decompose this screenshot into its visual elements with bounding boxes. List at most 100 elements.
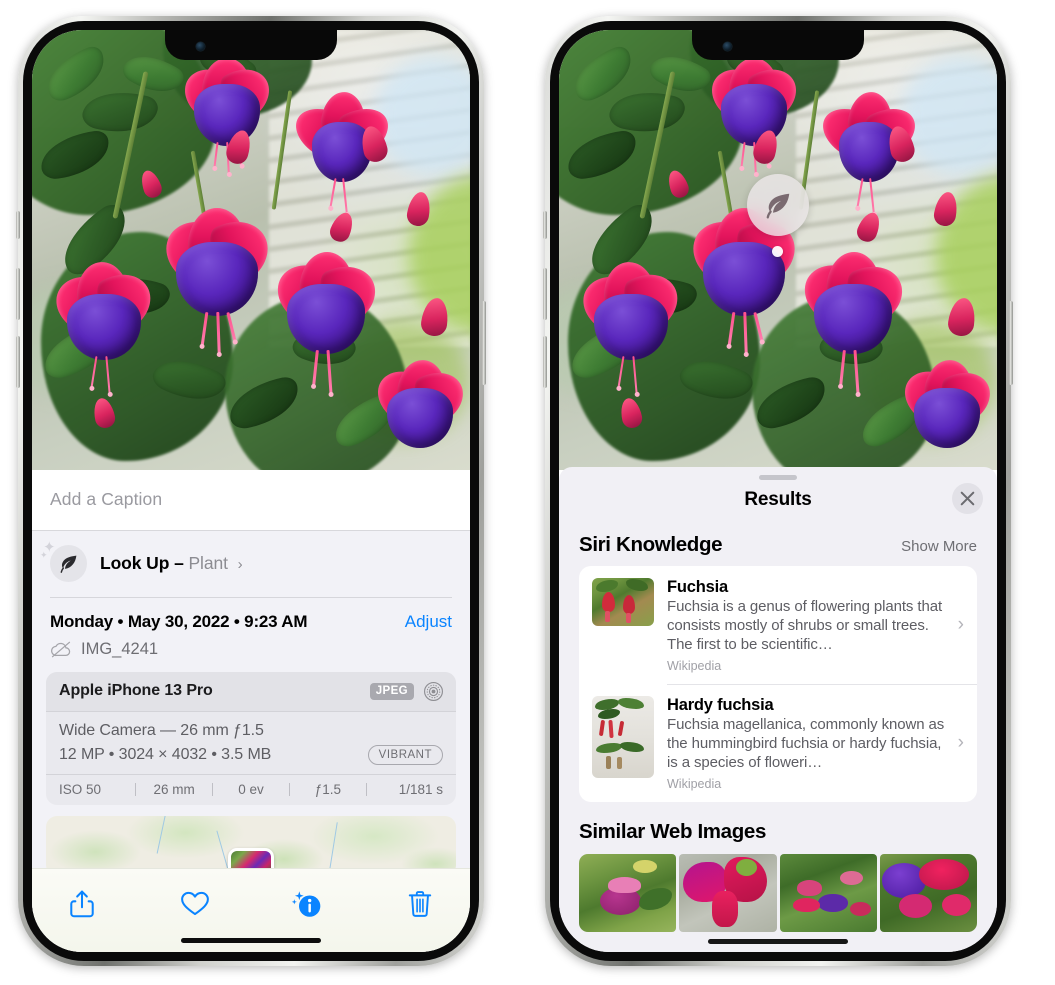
info-button[interactable] bbox=[287, 884, 327, 924]
visual-look-up-badge[interactable] bbox=[747, 174, 809, 236]
look-up-label: Look Up bbox=[100, 553, 170, 573]
knowledge-result-description: Fuchsia is a genus of flowering plants t… bbox=[667, 598, 943, 653]
chevron-right-icon: › bbox=[957, 732, 964, 753]
results-sheet: Results Siri Knowledge Show More Fuchsia… bbox=[559, 467, 997, 952]
fuchsia-blossom bbox=[367, 357, 470, 470]
fuchsia-blossom bbox=[172, 58, 282, 178]
siri-knowledge-title: Siri Knowledge bbox=[579, 533, 723, 556]
file-row: IMG_4241 bbox=[32, 640, 470, 672]
caption-input-placeholder[interactable]: Add a Caption bbox=[50, 489, 452, 510]
volume-down-button[interactable] bbox=[543, 336, 547, 388]
fuchsia-blossom bbox=[699, 58, 809, 178]
knowledge-result-body: Fuchsia Fuchsia is a genus of flowering … bbox=[667, 578, 965, 673]
leaf-icon bbox=[60, 555, 77, 573]
front-camera bbox=[196, 42, 205, 51]
photo-viewer[interactable] bbox=[559, 30, 997, 470]
right-iphone-device: Results Siri Knowledge Show More Fuchsia… bbox=[543, 16, 1013, 966]
close-button[interactable] bbox=[952, 483, 983, 514]
fuchsia-thumbnail bbox=[592, 578, 654, 626]
side-button[interactable] bbox=[1009, 301, 1013, 385]
favorite-button[interactable] bbox=[175, 884, 215, 924]
knowledge-result-body: Hardy fuchsia Fuchsia magellanica, commo… bbox=[667, 696, 965, 791]
exif-focal-length: 26 mm bbox=[153, 781, 195, 797]
file-name: IMG_4241 bbox=[81, 639, 159, 658]
notch bbox=[692, 30, 864, 60]
look-up-row[interactable]: ✦ ✦ Look Up – Plant › bbox=[32, 531, 470, 597]
location-map-card[interactable] bbox=[46, 815, 456, 876]
fuchsia-blossom bbox=[894, 357, 997, 470]
cloud-slash-icon bbox=[51, 641, 71, 657]
chevron-right-icon: › bbox=[957, 613, 964, 635]
web-image-thumbnail[interactable] bbox=[679, 853, 777, 932]
adjust-button[interactable]: Adjust bbox=[405, 612, 452, 632]
photo-viewer[interactable] bbox=[32, 30, 470, 470]
screenshot-canvas: Add a Caption ✦ ✦ Look Up – Plant › Mond… bbox=[0, 0, 1055, 985]
look-up-anchor-dot bbox=[772, 246, 783, 257]
web-image-thumbnail[interactable] bbox=[579, 853, 677, 932]
photo-info-sheet: Add a Caption ✦ ✦ Look Up – Plant › Mond… bbox=[32, 470, 470, 952]
delete-button[interactable] bbox=[400, 884, 440, 924]
show-more-button[interactable]: Show More bbox=[901, 538, 977, 555]
exif-shutter-speed: 1/181 s bbox=[398, 781, 444, 797]
aperture-icon[interactable] bbox=[423, 681, 444, 702]
web-image-thumbnail[interactable] bbox=[779, 853, 877, 932]
mute-switch[interactable] bbox=[543, 211, 547, 239]
leaf-icon bbox=[766, 193, 790, 219]
results-header: Results bbox=[559, 480, 997, 515]
trash-icon bbox=[408, 890, 432, 917]
notch bbox=[165, 30, 337, 60]
info-sparkle-icon bbox=[292, 890, 321, 917]
look-up-dash: – bbox=[174, 553, 184, 573]
share-button[interactable] bbox=[62, 884, 102, 924]
home-indicator[interactable] bbox=[181, 938, 321, 943]
fuchsia-blossom bbox=[793, 251, 913, 395]
volume-up-button[interactable] bbox=[16, 268, 20, 320]
lens-line: Wide Camera — 26 mm ƒ1.5 bbox=[59, 721, 264, 739]
share-icon bbox=[70, 890, 94, 917]
exif-row: ISO 50 26 mm 0 ev ƒ1.5 1/181 s bbox=[46, 773, 456, 805]
heart-icon bbox=[180, 891, 209, 916]
front-camera bbox=[723, 42, 732, 51]
camera-info-card: Apple iPhone 13 Pro JPEG Wide Camera — 2… bbox=[46, 671, 456, 805]
sparkle-small-icon: ✦ bbox=[40, 550, 48, 560]
side-button[interactable] bbox=[482, 301, 486, 385]
volume-down-button[interactable] bbox=[16, 336, 20, 388]
photo-date: Monday • May 30, 2022 • 9:23 AM bbox=[50, 611, 308, 631]
exif-iso: ISO 50 bbox=[59, 781, 102, 797]
siri-knowledge-header: Siri Knowledge Show More bbox=[559, 515, 997, 566]
knowledge-result-source: Wikipedia bbox=[667, 776, 722, 791]
format-badge: JPEG bbox=[369, 682, 414, 700]
knowledge-result-description: Fuchsia magellanica, commonly known as t… bbox=[667, 716, 945, 771]
web-image-thumbnail[interactable] bbox=[879, 853, 977, 932]
similar-web-images-title: Similar Web Images bbox=[579, 819, 767, 843]
similar-web-images-strip[interactable] bbox=[559, 853, 997, 932]
mute-switch[interactable] bbox=[16, 211, 20, 239]
metadata-row: Monday • May 30, 2022 • 9:23 AM Adjust bbox=[32, 598, 470, 640]
fuchsia-blossom bbox=[154, 208, 280, 355]
camera-card-body: Wide Camera — 26 mm ƒ1.5 12 MP • 3024 × … bbox=[46, 712, 456, 774]
results-title: Results bbox=[744, 489, 812, 510]
photo-toolbar bbox=[32, 868, 470, 952]
right-screen: Results Siri Knowledge Show More Fuchsia… bbox=[559, 30, 997, 952]
photographic-style-badge: VIBRANT bbox=[367, 744, 443, 765]
fuchsia-blossom bbox=[266, 251, 386, 395]
fuchsia-blossom bbox=[46, 260, 162, 395]
image-size-line: 12 MP • 3024 × 4032 • 3.5 MB bbox=[59, 745, 272, 763]
knowledge-result-row[interactable]: Fuchsia Fuchsia is a genus of flowering … bbox=[579, 566, 977, 684]
exif-exposure-value: 0 ev bbox=[238, 781, 264, 797]
camera-card-header: Apple iPhone 13 Pro JPEG bbox=[46, 671, 456, 712]
siri-knowledge-card: Fuchsia Fuchsia is a genus of flowering … bbox=[579, 566, 977, 802]
size-line-row: 12 MP • 3024 × 4032 • 3.5 MB VIBRANT bbox=[59, 744, 443, 765]
caption-row[interactable]: Add a Caption bbox=[32, 470, 470, 531]
knowledge-result-title: Hardy fuchsia bbox=[667, 696, 774, 715]
look-up-kind: Plant bbox=[188, 553, 228, 573]
camera-model: Apple iPhone 13 Pro bbox=[59, 682, 213, 699]
volume-up-button[interactable] bbox=[543, 268, 547, 320]
left-iphone-device: Add a Caption ✦ ✦ Look Up – Plant › Mond… bbox=[16, 16, 486, 966]
home-indicator[interactable] bbox=[708, 939, 848, 944]
hardy-fuchsia-thumbnail bbox=[592, 696, 654, 779]
knowledge-result-source: Wikipedia bbox=[667, 658, 722, 673]
chevron-right-icon: › bbox=[237, 556, 243, 573]
camera-card-badges: JPEG bbox=[369, 681, 444, 702]
knowledge-result-row[interactable]: Hardy fuchsia Fuchsia magellanica, commo… bbox=[579, 684, 977, 802]
